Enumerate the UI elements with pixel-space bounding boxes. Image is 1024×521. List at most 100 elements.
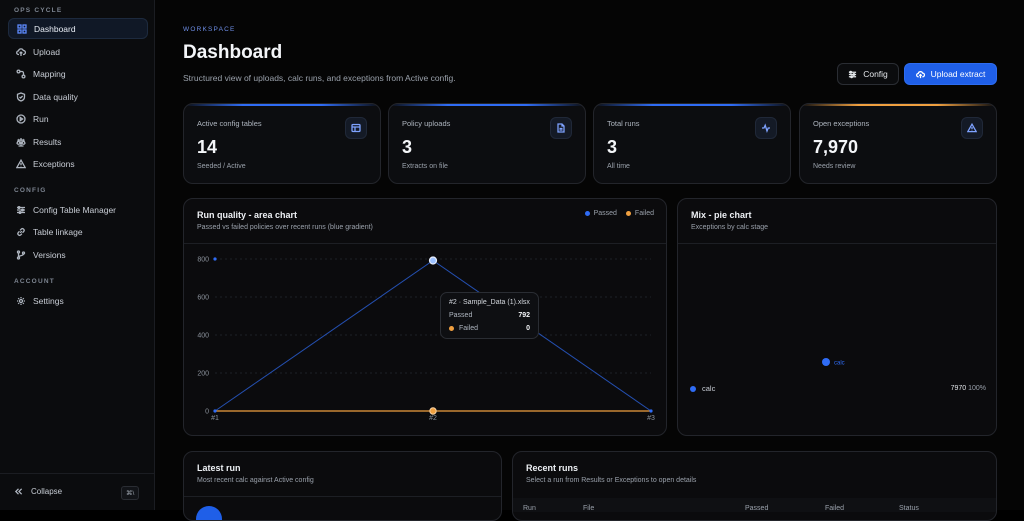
- sidebar-item-versions[interactable]: Versions: [8, 244, 148, 265]
- kpi-value: 3: [402, 137, 413, 157]
- run-quality-panel: Run quality - area chart Passed vs faile…: [183, 198, 667, 436]
- grid-icon: [17, 23, 27, 34]
- kpi-label: Active config tables: [197, 119, 262, 128]
- sidebar-item-upload[interactable]: Upload: [8, 41, 148, 62]
- upload-button-label: Upload extract: [930, 69, 986, 79]
- shield-check-icon: [16, 91, 26, 102]
- pie-legend-label: calc: [702, 384, 716, 393]
- sidebar: OPS CYCLE Dashboard Upload Mapping Data …: [0, 0, 155, 510]
- kpi-value: 7,970: [813, 137, 859, 157]
- column-header-file[interactable]: File: [583, 505, 594, 512]
- chevrons-left-icon: [14, 488, 23, 495]
- pie-legend-value-group: 7970 100%: [951, 385, 986, 392]
- branch-icon: [16, 249, 26, 260]
- run-status-avatar: [196, 506, 222, 520]
- sidebar-footer: Collapse ⌘\: [0, 473, 155, 510]
- kpi-card-total-runs: Total runs 3 All time: [593, 103, 791, 184]
- kpi-accent-bar: [800, 104, 996, 106]
- sidebar-item-run[interactable]: Run: [8, 108, 148, 129]
- tooltip-row-failed: Failed 0: [449, 325, 530, 332]
- alert-triangle-icon: [961, 117, 983, 139]
- play-circle-icon: [16, 113, 26, 124]
- pie-chart[interactable]: calc: [678, 199, 997, 436]
- app-root: OPS CYCLE Dashboard Upload Mapping Data …: [0, 0, 1024, 521]
- sidebar-item-config-table-manager[interactable]: Config Table Manager: [8, 199, 148, 220]
- kpi-subtext: All time: [607, 163, 630, 170]
- kpi-card-config-tables: Active config tables 14 Seeded / Active: [183, 103, 381, 184]
- pie-legend-pct: 100%: [968, 385, 986, 392]
- sidebar-item-label: Exceptions: [33, 158, 75, 169]
- cloud-upload-icon: [915, 70, 925, 78]
- latest-run-panel: Latest run Most recent calc against Acti…: [183, 451, 502, 521]
- tooltip-label: Passed: [449, 312, 473, 319]
- sidebar-item-results[interactable]: Results: [8, 131, 148, 152]
- main-content: WORKSPACE Dashboard Structured view of u…: [155, 0, 1024, 521]
- mix-pie-panel: Mix - pie chart Exceptions by calc stage…: [677, 198, 997, 436]
- series-point-failed: [429, 407, 437, 415]
- section-title-config: CONFIG: [14, 187, 47, 194]
- link-icon: [16, 227, 26, 237]
- page-eyebrow: WORKSPACE: [183, 26, 236, 33]
- page-subtitle: Structured view of uploads, calc runs, a…: [183, 73, 456, 83]
- sidebar-item-mapping[interactable]: Mapping: [8, 63, 148, 84]
- kpi-card-open-exceptions: Open exceptions 7,970 Needs review: [799, 103, 997, 184]
- sidebar-item-label: Versions: [33, 249, 66, 260]
- column-header-failed[interactable]: Failed: [825, 505, 844, 512]
- tooltip-value: 792: [518, 312, 530, 319]
- sidebar-item-label: Settings: [33, 295, 64, 306]
- upload-extract-button[interactable]: Upload extract: [904, 63, 997, 85]
- series-point-passed: [213, 257, 217, 261]
- area-chart[interactable]: 0 200 400 600 800 #1 #2 #3: [184, 199, 667, 436]
- kpi-label: Open exceptions: [813, 119, 870, 128]
- pie-legend-value: 7970: [950, 385, 967, 392]
- y-tick-label: 600: [197, 295, 209, 302]
- table-icon: [345, 117, 367, 139]
- kpi-subtext: Needs review: [813, 163, 856, 170]
- pie-legend-row: calc 7970 100%: [690, 384, 986, 393]
- recent-runs-panel: Recent runs Select a run from Results or…: [512, 451, 997, 521]
- y-tick-label: 200: [197, 371, 209, 378]
- tooltip-row-passed: Passed 792: [449, 312, 530, 319]
- collapse-label: Collapse: [31, 487, 63, 496]
- pie-slice-calc[interactable]: [822, 358, 830, 366]
- sidebar-item-label: Table linkage: [33, 226, 83, 237]
- sidebar-item-settings[interactable]: Settings: [8, 290, 148, 311]
- collapse-button[interactable]: Collapse: [14, 487, 62, 496]
- sidebar-item-label: Dashboard: [34, 23, 76, 34]
- sliders-icon: [849, 70, 857, 78]
- column-header-run[interactable]: Run: [523, 505, 536, 512]
- panel-divider: [184, 496, 501, 497]
- sidebar-item-table-linkage[interactable]: Table linkage: [8, 221, 148, 242]
- sidebar-item-dashboard[interactable]: Dashboard: [8, 18, 148, 39]
- kpi-subtext: Seeded / Active: [197, 163, 246, 170]
- kpi-label: Policy uploads: [402, 119, 451, 128]
- panel-subtitle: Select a run from Results or Exceptions …: [526, 477, 697, 484]
- column-header-passed[interactable]: Passed: [745, 505, 768, 512]
- tooltip-value: 0: [526, 325, 530, 332]
- pie-slice-label: calc: [834, 361, 845, 367]
- column-header-status[interactable]: Status: [899, 505, 919, 512]
- series-point-passed: [649, 409, 653, 413]
- sidebar-item-data-quality[interactable]: Data quality: [8, 86, 148, 107]
- config-button-label: Config: [863, 69, 888, 79]
- series-point-passed: [213, 409, 217, 413]
- scale-icon: [16, 137, 26, 147]
- sidebar-item-label: Run: [33, 113, 49, 124]
- page-title: Dashboard: [183, 42, 283, 63]
- kpi-value: 3: [607, 137, 618, 157]
- sidebar-item-label: Data quality: [33, 91, 78, 102]
- gear-icon: [16, 296, 26, 306]
- tooltip-title: #2 · Sample_Data (1).xlsx: [449, 299, 530, 306]
- series-line-passed: [214, 259, 652, 412]
- y-tick-label: 0: [205, 409, 209, 416]
- config-button[interactable]: Config: [837, 63, 899, 85]
- tooltip-swatch: [449, 326, 454, 331]
- kpi-label: Total runs: [607, 119, 640, 128]
- chart-tooltip: #2 · Sample_Data (1).xlsx Passed 792 Fai…: [440, 292, 539, 339]
- kpi-accent-bar: [389, 104, 585, 106]
- sidebar-item-label: Results: [33, 136, 62, 147]
- series-point-passed: [428, 256, 438, 265]
- cloud-upload-icon: [16, 47, 26, 57]
- sidebar-item-exceptions[interactable]: Exceptions: [8, 153, 148, 174]
- kpi-subtext: Extracts on file: [402, 163, 448, 170]
